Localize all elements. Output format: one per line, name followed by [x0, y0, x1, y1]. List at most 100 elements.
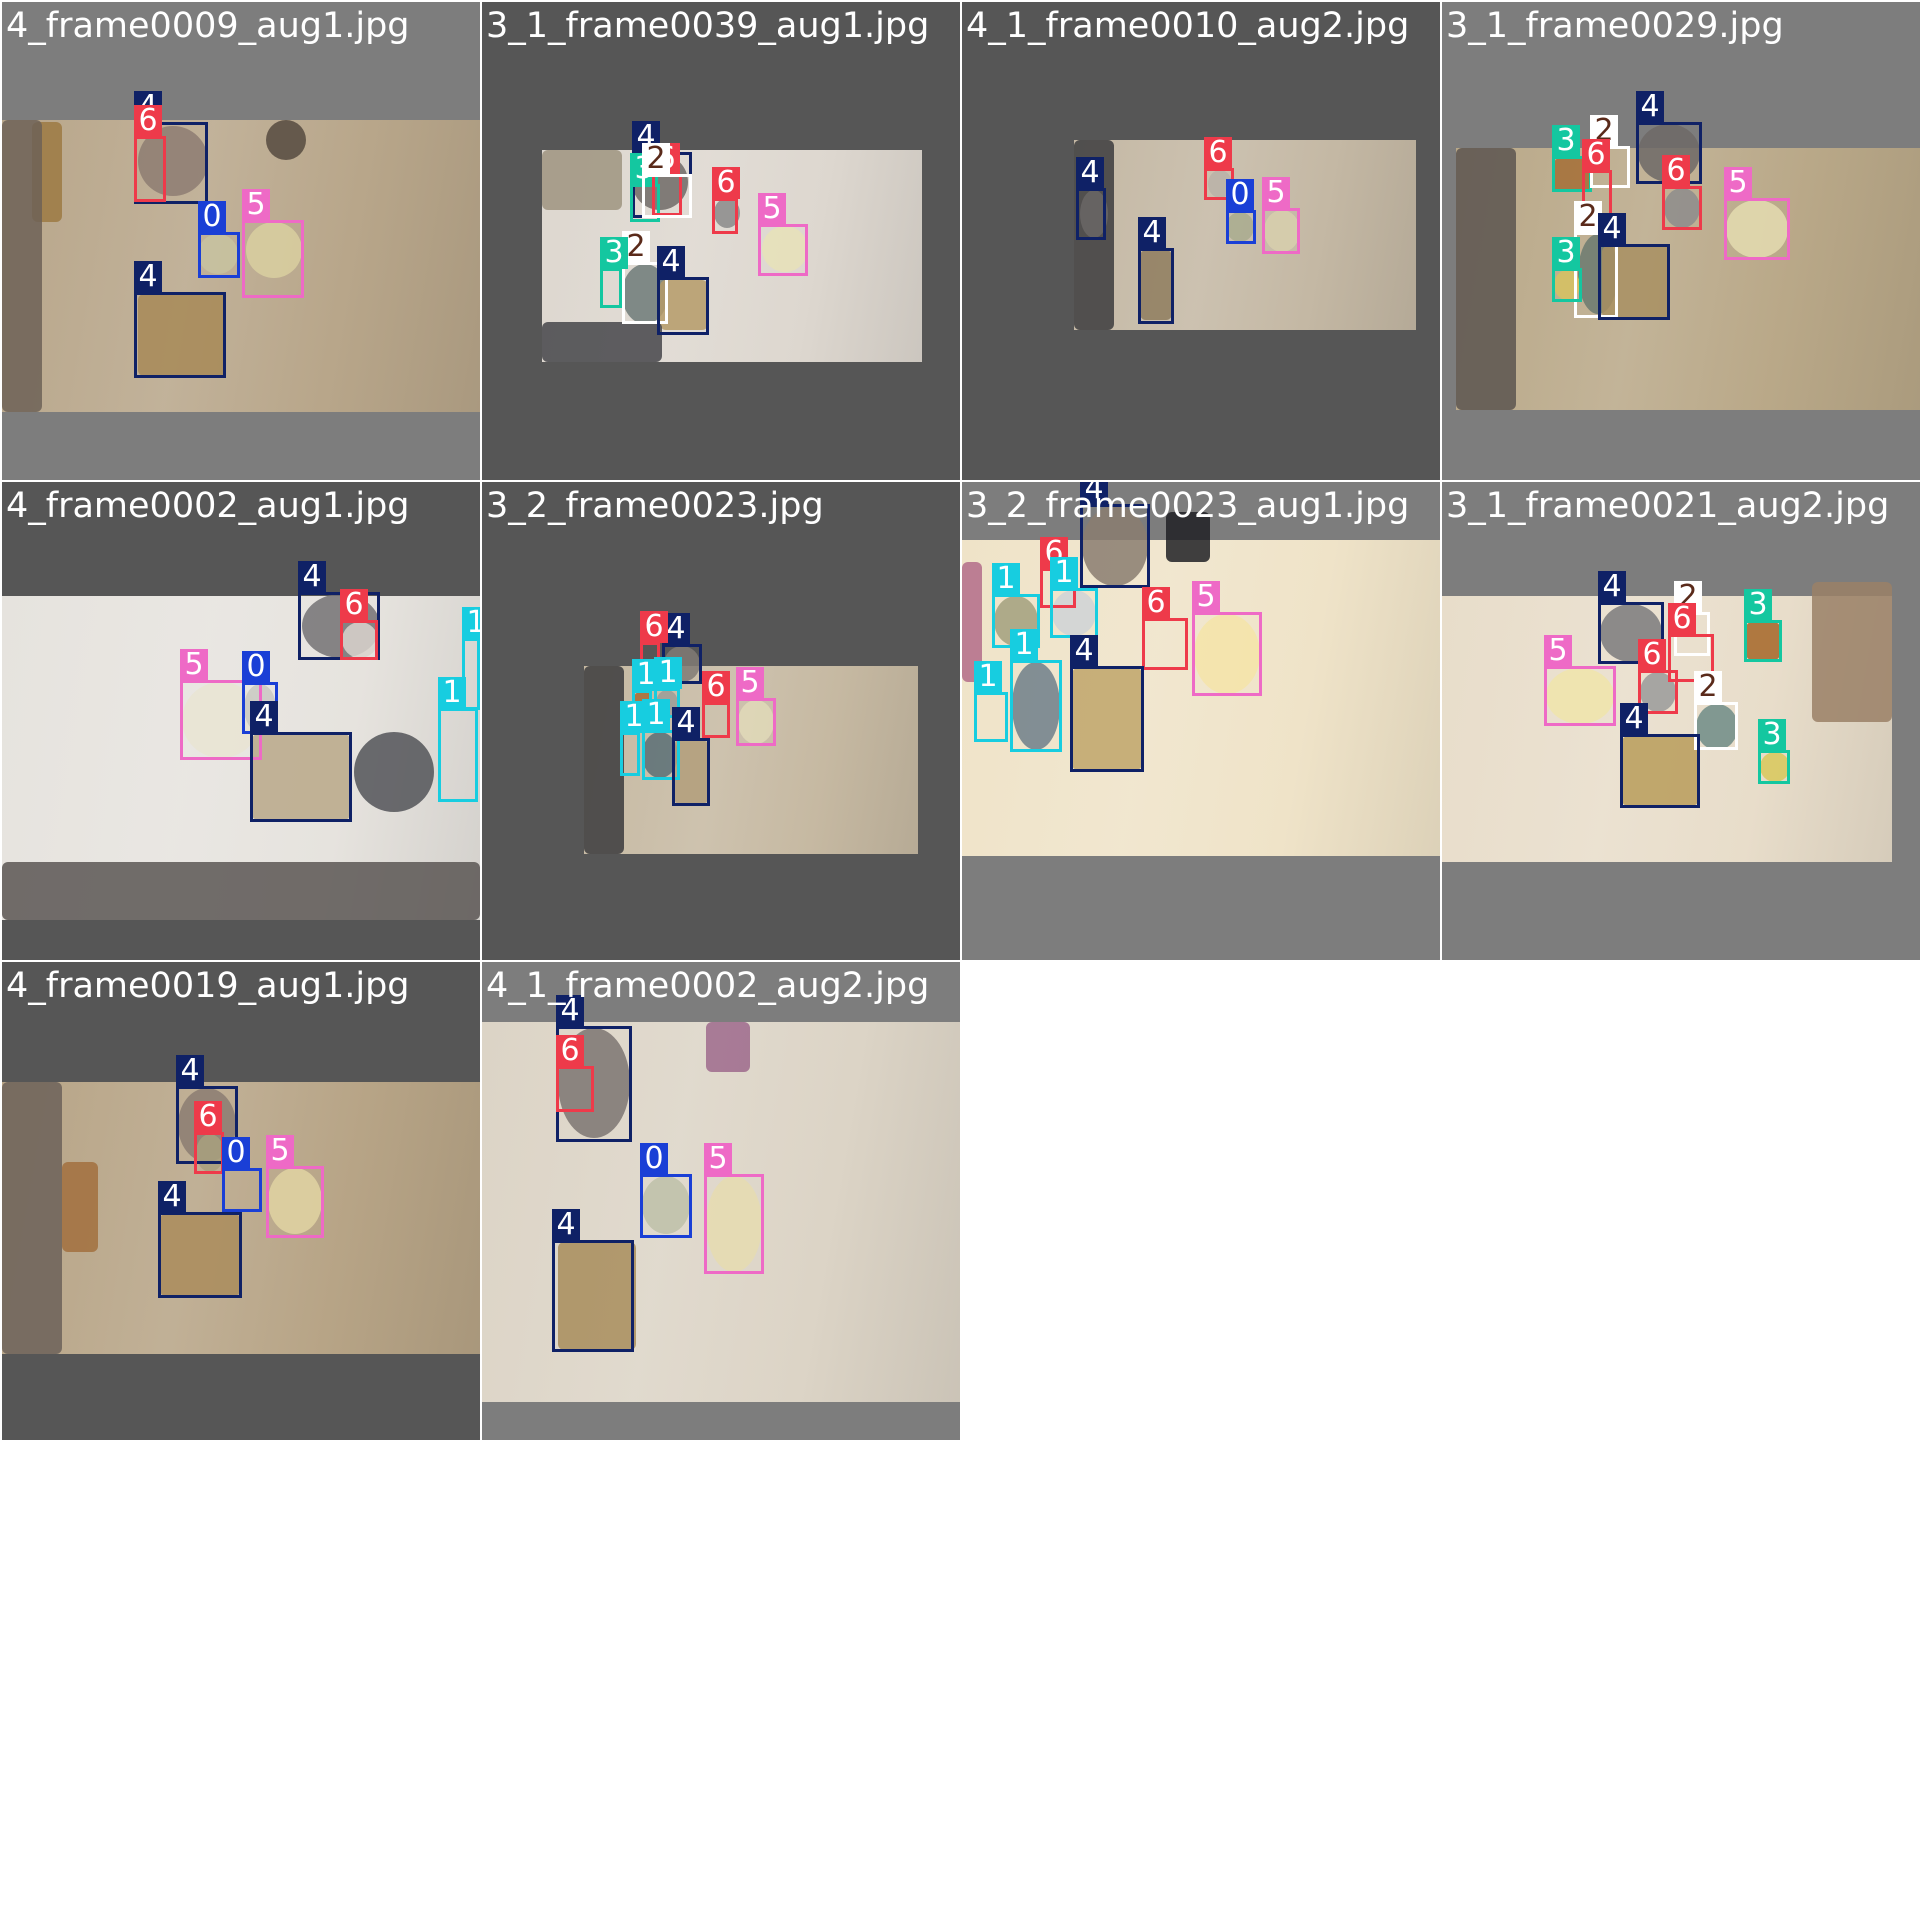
detection-class-label: 4: [298, 561, 326, 593]
detection-box: 5: [266, 1135, 324, 1238]
detection-box: 6: [340, 589, 378, 660]
detection-class-label: 5: [1262, 177, 1290, 209]
detection-box: 4: [657, 246, 709, 335]
detection-box: 0: [640, 1143, 692, 1238]
tile-filename: 3_1_frame0029.jpg: [1446, 6, 1784, 46]
detection-box: 6: [1142, 587, 1188, 670]
detection-box: 4: [1598, 213, 1670, 320]
detection-class-label: 6: [194, 1101, 222, 1133]
detection-class-label: 3: [1758, 719, 1786, 751]
detection-class-label: 1: [974, 661, 1002, 693]
detection-box: 1: [974, 661, 1008, 742]
detection-class-label: 5: [758, 193, 786, 225]
tile-filename: 3_2_frame0023_aug1.jpg: [966, 486, 1410, 526]
tile-filename: 4_frame0002_aug1.jpg: [6, 486, 410, 526]
detection-class-label: 6: [1204, 137, 1232, 169]
food-tray-shape: [1812, 582, 1892, 722]
detection-box: 6: [556, 1035, 594, 1112]
detection-box: 4: [672, 707, 710, 806]
detection-box: 0: [198, 201, 240, 278]
detection-class-label: 1: [438, 677, 466, 709]
detection-box: 4: [552, 1209, 634, 1352]
detection-class-label: 0: [1226, 179, 1254, 211]
detection-class-label: 6: [1662, 155, 1690, 187]
detection-class-label: 5: [180, 649, 208, 681]
detection-class-label: 5: [704, 1143, 732, 1175]
detection-class-label: 6: [1638, 639, 1666, 671]
mosaic-tile: 4 6 0 5 4 4_1_frame0010_aug2.jpg: [962, 2, 1440, 480]
detection-box: 1: [1050, 557, 1098, 638]
detection-class-label: 4: [1070, 635, 1098, 667]
tile-filename: 3_1_frame0039_aug1.jpg: [486, 6, 930, 46]
detection-class-label: 2: [642, 143, 670, 175]
food-tray-shape: [62, 1162, 98, 1252]
detection-box: 4: [134, 261, 226, 378]
detection-box: 3: [1744, 589, 1782, 662]
detection-box: 5: [1192, 581, 1262, 696]
table-photo: [2, 120, 480, 412]
detection-class-label: 4: [1598, 213, 1626, 245]
mosaic-tile: 4 6 0 5 4 4_1_frame0002_aug2.jpg: [482, 962, 960, 1440]
detection-class-label: 1: [654, 657, 682, 689]
plate-shape: [266, 120, 306, 160]
detection-class-label: 5: [1724, 167, 1752, 199]
detection-class-label: 5: [1544, 635, 1572, 667]
tile-filename: 4_frame0019_aug1.jpg: [6, 966, 410, 1006]
detection-box: 5: [736, 667, 776, 746]
tile-filename: 3_2_frame0023.jpg: [486, 486, 824, 526]
mosaic-tile: 4362652433_1_frame0039_aug1.jpg: [482, 2, 960, 480]
detection-box: 6: [1662, 155, 1702, 230]
detection-class-label: 6: [1668, 603, 1696, 635]
detection-box: 6: [702, 671, 730, 738]
detection-box: 0: [1226, 179, 1256, 244]
detection-box: 6: [134, 105, 166, 202]
detection-box: 2: [1694, 671, 1738, 750]
detection-class-label: 4: [1636, 91, 1664, 123]
detection-box: 4: [1070, 635, 1144, 772]
detection-box: 1: [438, 677, 478, 802]
detection-class-label: 6: [640, 611, 668, 643]
detection-class-label: 3: [1552, 125, 1580, 157]
detection-class-label: 4: [158, 1181, 186, 1213]
detection-box: 5: [1724, 167, 1790, 260]
detection-class-label: 4: [552, 1209, 580, 1241]
detection-box: 6: [194, 1101, 224, 1174]
detection-class-label: 6: [134, 105, 162, 137]
detection-class-label: 1: [1050, 557, 1078, 589]
detection-class-label: 1: [642, 699, 670, 731]
detection-class-label: 5: [266, 1135, 294, 1167]
food-tray-shape: [584, 666, 624, 854]
detection-class-label: 1: [462, 607, 480, 639]
detection-class-label: 5: [1192, 581, 1220, 613]
mosaic-grid: 460544_frame0009_aug1.jpg4362652433_1_fr…: [0, 0, 1920, 1920]
tile-filename: 3_1_frame0021_aug2.jpg: [1446, 486, 1890, 526]
food-tray-shape: [542, 322, 662, 362]
detection-box: 3: [1758, 719, 1790, 784]
detection-class-label: 2: [1694, 671, 1722, 703]
detection-class-label: 4: [1138, 217, 1166, 249]
detection-class-label: 6: [712, 167, 740, 199]
detection-box: 4: [158, 1181, 242, 1298]
detection-class-label: 0: [242, 651, 270, 683]
detection-box: 5: [704, 1143, 764, 1274]
detection-class-label: 0: [222, 1137, 250, 1169]
mosaic-tile: 4 2 3 6 5 6 2 4 3 3_1_frame0021_aug2.jpg: [1442, 482, 1920, 960]
food-tray-shape: [2, 120, 42, 412]
detection-class-label: 4: [1598, 571, 1626, 603]
detection-class-label: 6: [702, 671, 730, 703]
mosaic-tile: 4 6 1 5 0 4 1 4_frame0002_aug1.jpg: [2, 482, 480, 960]
mosaic-tile: 4 6 1 1 6 5 1 1 4 3_2_frame0023.jpg: [482, 482, 960, 960]
detection-box: 1: [1010, 629, 1062, 752]
tile-filename: 4_frame0009_aug1.jpg: [6, 6, 410, 46]
detection-class-label: 4: [672, 707, 700, 739]
detection-box: 0: [222, 1137, 262, 1212]
detection-box: 5: [1262, 177, 1300, 254]
detection-class-label: 3: [600, 237, 628, 269]
detection-class-label: 4: [1620, 703, 1648, 735]
mosaic-tile: 4 6 1 1 6 5 1 4 1 3_2_frame0023_aug1.jpg: [962, 482, 1440, 960]
detection-class-label: 4: [134, 261, 162, 293]
tile-filename: 4_1_frame0010_aug2.jpg: [966, 6, 1410, 46]
detection-class-label: 6: [340, 589, 368, 621]
food-tray-shape: [542, 150, 622, 210]
detection-box: 1: [620, 701, 648, 776]
